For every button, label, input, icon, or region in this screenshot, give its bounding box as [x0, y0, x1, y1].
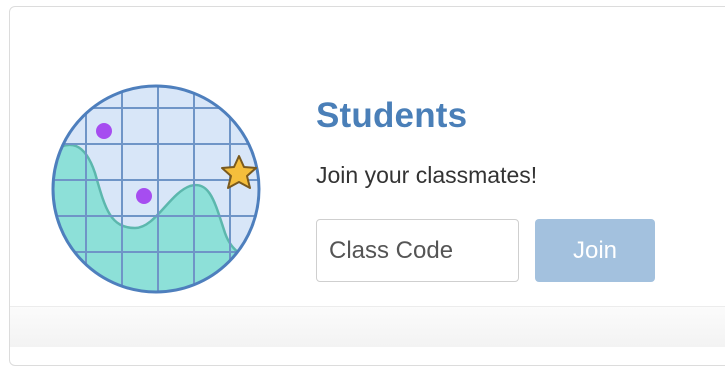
purple-dot-icon — [96, 123, 112, 139]
purple-dot-icon — [136, 188, 152, 204]
graph-chart-illustration-icon — [51, 84, 261, 294]
join-button[interactable]: Join — [535, 219, 655, 282]
card-title: Students — [316, 96, 468, 135]
class-code-input[interactable] — [316, 219, 519, 282]
card-footer — [10, 306, 725, 347]
card-subtitle: Join your classmates! — [316, 162, 538, 188]
